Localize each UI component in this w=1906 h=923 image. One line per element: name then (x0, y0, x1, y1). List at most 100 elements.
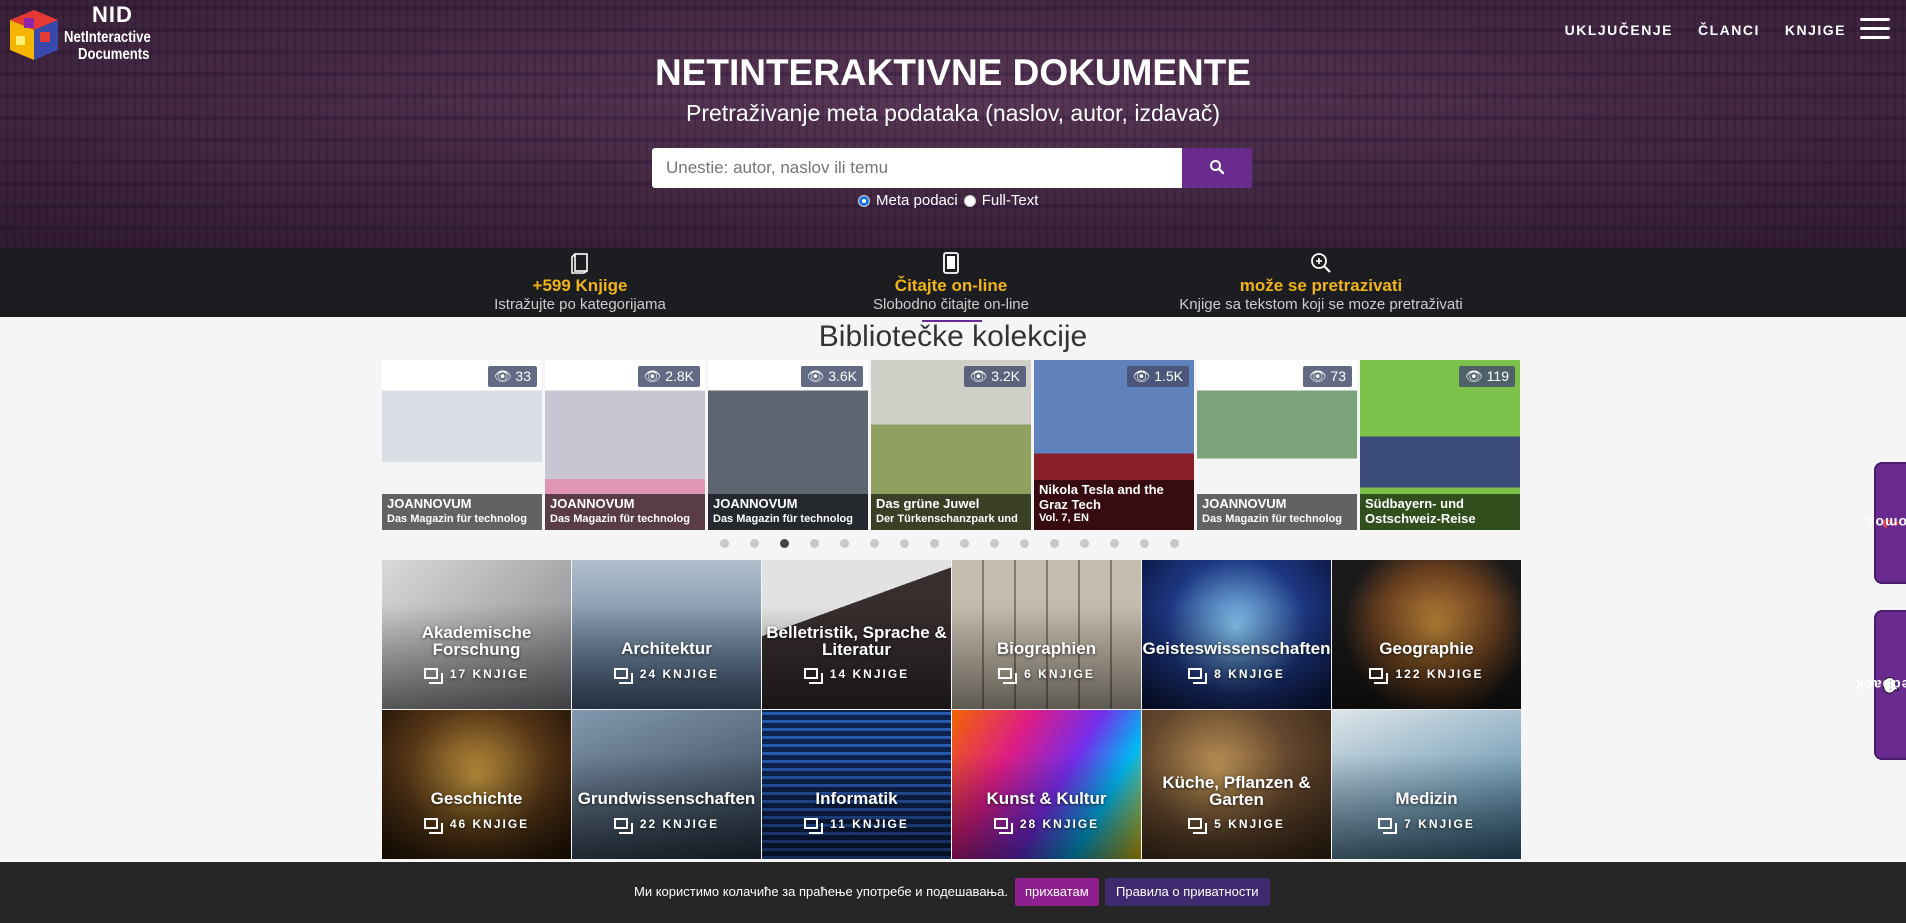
books-icon (804, 818, 824, 834)
category-name: Architektur (621, 639, 712, 658)
views-badge: 👁 3.6K (800, 366, 863, 387)
collection-card[interactable]: 👁 73 JOANNOVUM Das Magazin für technolog (1197, 360, 1357, 530)
category-count: 11 KNJIGE (762, 817, 951, 834)
carousel-dot[interactable] (1140, 539, 1149, 548)
carousel-dot[interactable] (900, 539, 909, 548)
category-name: Kunst & Kultur (986, 789, 1107, 808)
search-icon (1210, 159, 1225, 174)
category-tile[interactable]: Kunst & Kultur 28 KNJIGE (952, 710, 1141, 859)
views-badge: 👁 1.5K (1126, 366, 1189, 387)
books-icon (423, 668, 443, 684)
feature-bar: +599 Knjige Istražujte po kategorijama Č… (0, 248, 1906, 317)
category-count: 6 KNJIGE (952, 667, 1141, 684)
collection-card[interactable]: 👁 2.8K JOANNOVUM Das Magazin für technol… (545, 360, 705, 530)
category-name: Geographie (1379, 639, 1474, 658)
collection-card[interactable]: 👁 3.6K JOANNOVUM Das Magazin für technol… (708, 360, 868, 530)
nav-login[interactable]: UKLJUČENJE (1565, 22, 1673, 38)
books-icon (1188, 668, 1208, 684)
carousel-dot[interactable] (750, 539, 759, 548)
carousel-dot[interactable] (720, 539, 729, 548)
books-icon (993, 818, 1013, 834)
radio-meta[interactable] (858, 194, 870, 207)
carousel-dot[interactable] (1170, 539, 1179, 548)
card-caption: JOANNOVUM Das Magazin für technolog (708, 494, 868, 530)
collection-card[interactable]: 👁 33 JOANNOVUM Das Magazin für technolog (382, 360, 542, 530)
feedback-tab-label: 💬 Feedback (1854, 675, 1906, 695)
nav-books[interactable]: KNJIGE (1785, 22, 1846, 38)
feature-search-sub: Knjige sa tekstom koji se moze pretraživ… (1179, 296, 1463, 313)
category-name: Geisteswissenschaften (1142, 639, 1331, 658)
feature-books-sub: Istražujte po kategorijama (494, 296, 666, 313)
feature-books[interactable]: +599 Knjige Istražujte po kategorijama (430, 248, 730, 313)
category-count: 14 KNJIGE (762, 667, 951, 684)
collection-card[interactable]: 👁 1.5K Nikola Tesla and the Graz Tech Vo… (1034, 360, 1194, 530)
help-tab-label: ❓ Pomoć (1865, 513, 1906, 533)
category-name: Geschichte (430, 789, 523, 808)
views-badge: 👁 73 (1302, 366, 1352, 387)
card-caption: JOANNOVUM Das Magazin für technolog (545, 494, 705, 530)
carousel-dot[interactable] (810, 539, 819, 548)
views-badge: 👁 33 (487, 366, 537, 387)
views-badge: 👁 119 (1459, 366, 1515, 387)
brand-line-1: NetInteractive (64, 29, 151, 46)
category-tile[interactable]: Belletristik, Sprache & Literatur 14 KNJ… (762, 560, 951, 709)
carousel-dot[interactable] (780, 539, 789, 548)
search-button[interactable] (1182, 148, 1252, 188)
page-subtitle: Pretraživanje meta podataka (naslov, aut… (686, 100, 1220, 126)
search-input[interactable] (652, 148, 1182, 188)
views-badge: 👁 3.2K (963, 366, 1026, 387)
feature-online-sub: Slobodno čitajte on-line (873, 296, 1029, 313)
category-tile[interactable]: Akademische Forschung 17 KNJIGE (382, 560, 571, 709)
category-count: 122 KNJIGE (1332, 667, 1521, 684)
category-tile[interactable]: Geschichte 46 KNJIGE (382, 710, 571, 859)
card-caption: Das grüne Juwel Der Türkenschanzpark und (871, 494, 1031, 530)
carousel-dot[interactable] (960, 539, 969, 548)
feature-search-title: može se pretrazivati (1239, 276, 1403, 295)
category-tile[interactable]: Geisteswissenschaften 8 KNJIGE (1142, 560, 1331, 709)
collection-card[interactable]: 👁 119 Südbayern- und Ostschweiz-Reise (1360, 360, 1520, 530)
category-name: Belletristik, Sprache & Literatur (766, 623, 947, 659)
carousel-dot[interactable] (1050, 539, 1059, 548)
cookie-text: Ми користимо колачиће за праћење употреб… (634, 884, 1008, 899)
category-tile[interactable]: Küche, Pflanzen & Garten 5 KNJIGE (1142, 710, 1331, 859)
books-icon (1188, 818, 1208, 834)
feature-search[interactable]: može se pretrazivati Knjige sa tekstom k… (1171, 248, 1471, 313)
carousel-dot[interactable] (870, 539, 879, 548)
carousel-dot[interactable] (990, 539, 999, 548)
books-icon (1369, 668, 1389, 684)
menu-icon[interactable] (1860, 18, 1890, 42)
feature-online[interactable]: Čitajte on-line Slobodno čitajte on-line (801, 248, 1101, 313)
category-name: Medizin (1395, 789, 1458, 808)
search-bar (652, 148, 1252, 188)
category-grid: Akademische Forschung 17 KNJIGE Architek… (382, 560, 1522, 859)
views-badge: 👁 2.8K (637, 366, 700, 387)
carousel-dot[interactable] (1020, 539, 1029, 548)
feature-books-title: +599 Knjige (532, 276, 628, 295)
feature-online-title: Čitajte on-line (894, 276, 1008, 295)
top-navigation: UKLJUČENJE ČLANCI KNJIGE (1565, 22, 1846, 38)
carousel-dot[interactable] (1080, 539, 1089, 548)
category-count: 24 KNJIGE (572, 667, 761, 684)
category-tile[interactable]: Medizin 7 KNJIGE (1332, 710, 1521, 859)
nav-articles[interactable]: ČLANCI (1698, 22, 1760, 38)
carousel-dot[interactable] (840, 539, 849, 548)
category-count: 22 KNJIGE (572, 817, 761, 834)
collections-title: Bibliotečke kolekcije (0, 320, 1906, 354)
carousel-dot[interactable] (930, 539, 939, 548)
category-count: 17 KNJIGE (382, 667, 571, 684)
carousel-dot[interactable] (1110, 539, 1119, 548)
category-tile[interactable]: Informatik 11 KNJIGE (762, 710, 951, 859)
books-icon (423, 818, 443, 834)
help-tab[interactable]: ❓ Pomoć (1865, 462, 1906, 584)
cookie-accept-button[interactable]: прихватам (1015, 878, 1099, 906)
collections-carousel: 👁 33 JOANNOVUM Das Magazin für technolog… (382, 360, 1522, 530)
privacy-policy-button[interactable]: Правила о приватности (1105, 878, 1270, 906)
collection-card[interactable]: 👁 3.2K Das grüne Juwel Der Türkenschanzp… (871, 360, 1031, 530)
category-tile[interactable]: Biographien 6 KNJIGE (952, 560, 1141, 709)
category-tile[interactable]: Geographie 122 KNJIGE (1332, 560, 1521, 709)
category-tile[interactable]: Architektur 24 KNJIGE (572, 560, 761, 709)
brand-abbr: NID (92, 2, 133, 27)
feedback-tab[interactable]: 💬 Feedback (1854, 610, 1906, 760)
category-tile[interactable]: Grundwissenschaften 22 KNJIGE (572, 710, 761, 859)
radio-fulltext[interactable] (963, 194, 976, 207)
